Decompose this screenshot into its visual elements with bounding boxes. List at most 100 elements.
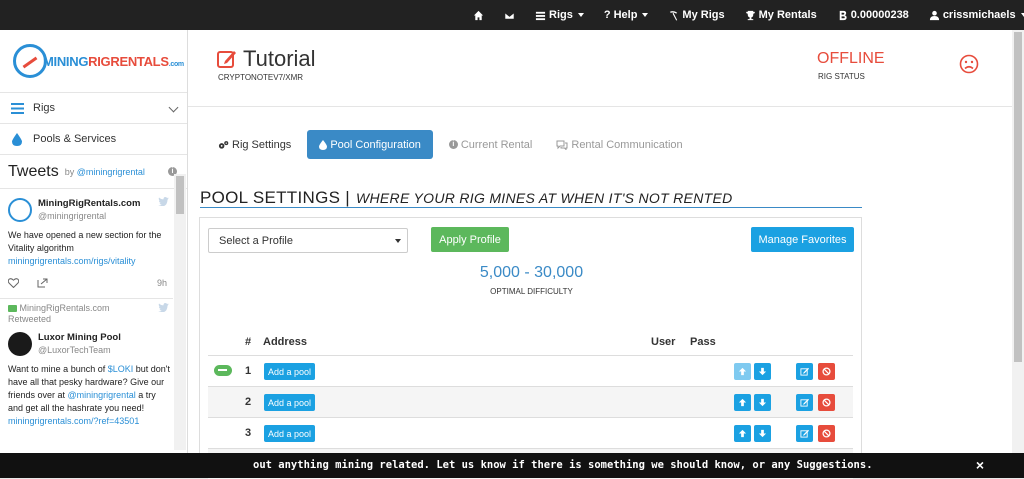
ban-icon (822, 398, 831, 407)
tweet-author-name[interactable]: MiningRigRentals.com (38, 197, 140, 210)
tweets-handle-link[interactable]: @miningrigrental (77, 167, 145, 177)
manage-favorites-button[interactable]: Manage Favorites (751, 227, 854, 252)
tweets-by-text: by (64, 166, 75, 177)
top-navbar: Rigs ? Help My Rigs My Rentals 0.0000023… (0, 0, 1024, 30)
nav-user-dropdown[interactable]: crissmichaels (919, 0, 1024, 30)
tweet-text: Want to mine a bunch of $LOKI but don't … (8, 363, 173, 428)
sidebar-item-pools[interactable]: Pools & Services (0, 124, 187, 155)
trophy-icon (745, 10, 755, 20)
move-down-button[interactable] (754, 425, 771, 442)
pool-row: 3 Add a pool (208, 417, 853, 448)
heart-icon[interactable] (8, 278, 19, 288)
tweet-link[interactable]: miningrigrentals.com/?ref=43501 (8, 416, 139, 426)
username: crissmichaels (942, 9, 1016, 21)
rig-status: OFFLINE (817, 50, 885, 67)
active-toggle-icon[interactable] (214, 365, 232, 376)
ticker-text: out anything mining related. Let us know… (253, 459, 873, 471)
pool-row: 1 Add a pool (208, 355, 853, 386)
top-nav-menu: Rigs ? Help My Rigs My Rentals 0.0000023… (463, 0, 1024, 30)
pool-priority: 3 (245, 427, 252, 439)
move-up-button[interactable] (734, 425, 751, 442)
logo-suffix: .com (168, 60, 184, 68)
edit-pool-button[interactable] (796, 363, 813, 380)
tweet-author-name[interactable]: Luxor Mining Pool (38, 331, 121, 344)
pool-settings-subtitle: WHERE YOUR RIG MINES AT WHEN IT'S NOT RE… (355, 190, 733, 206)
arrow-up-icon (738, 429, 747, 438)
sidebar-item-label: Pools & Services (33, 133, 117, 145)
tab-rental-communication[interactable]: Rental Communication (544, 130, 694, 159)
cogs-icon (218, 140, 229, 149)
pool-settings-heading: POOL SETTINGS | WHERE YOUR RIG MINES AT W… (200, 188, 862, 208)
arrow-down-icon (758, 429, 767, 438)
apply-profile-button[interactable]: Apply Profile (431, 227, 509, 252)
add-pool-button[interactable]: Add a pool (264, 425, 316, 442)
nav-balance[interactable]: 0.00000238 (827, 0, 919, 30)
optimal-difficulty-label: OPTIMAL DIFFICULTY (490, 287, 573, 296)
bitcoin-icon (839, 10, 847, 20)
nav-messages[interactable] (494, 0, 525, 30)
delete-pool-button[interactable] (818, 425, 835, 442)
rig-name: Tutorial (243, 46, 316, 71)
tweets-scrollbar[interactable] (174, 174, 186, 450)
edit-pool-button[interactable] (796, 394, 813, 411)
nav-my-rentals[interactable]: My Rentals (735, 0, 827, 30)
edit-pool-button[interactable] (796, 425, 813, 442)
nav-help-dropdown[interactable]: ? Help (594, 0, 659, 30)
tweet-1: MiningRigRentals.com @miningrigrental We… (0, 189, 187, 290)
mention-link[interactable]: @miningrigrental (68, 390, 136, 400)
delete-pool-button[interactable] (818, 394, 835, 411)
avatar[interactable] (8, 332, 32, 356)
page-scrollbar[interactable] (1012, 30, 1024, 453)
tab-label: Rental Communication (571, 138, 683, 151)
delete-pool-button[interactable] (818, 363, 835, 380)
nav-home[interactable] (463, 0, 494, 30)
tweet-actions: 9h (8, 276, 173, 290)
tweet-author-handle[interactable]: @LuxorTechTeam (38, 344, 121, 357)
logo-part-1: MINING (43, 53, 89, 69)
move-up-button[interactable] (734, 363, 751, 380)
tweet-link[interactable]: miningrigrentals.com/rigs/vitality (8, 256, 136, 266)
column-header-user: User (651, 336, 676, 348)
info-icon: i (448, 140, 458, 149)
retweet-info: MiningRigRentals.com Retweeted (8, 303, 173, 325)
rig-algorithm: CRYPTONOTEV7/XMR (218, 73, 304, 82)
droplet-icon (10, 132, 24, 146)
column-header-num: # (245, 336, 252, 348)
caret-down-icon (395, 239, 401, 243)
cashtag-link[interactable]: $LOKI (108, 364, 134, 374)
pool-settings-title: POOL SETTINGS | (200, 188, 350, 207)
tab-current-rental[interactable]: i Current Rental (437, 130, 545, 159)
move-down-button[interactable] (754, 363, 771, 380)
close-icon[interactable]: × (976, 457, 984, 473)
twitter-bird-icon (158, 197, 169, 206)
add-pool-button[interactable]: Add a pool (264, 394, 316, 411)
scrollbar-thumb[interactable] (176, 176, 184, 214)
home-icon (473, 10, 484, 20)
tweet-time[interactable]: 9h (157, 277, 167, 290)
add-pool-button[interactable]: Add a pool (264, 363, 316, 380)
edit-icon[interactable] (217, 49, 237, 69)
scrollbar-thumb[interactable] (1014, 32, 1022, 362)
column-header-pass: Pass (690, 336, 716, 348)
tab-rig-settings[interactable]: Rig Settings (206, 130, 303, 159)
site-logo[interactable]: MININGRIGRENTALS.com (0, 30, 187, 93)
ban-icon (822, 367, 831, 376)
caret-down-icon (642, 13, 649, 17)
tweet-author-handle[interactable]: @miningrigrental (38, 210, 140, 223)
btc-balance: 0.00000238 (850, 9, 909, 21)
tweets-by: by @miningrigrental (65, 167, 145, 177)
nav-my-rigs[interactable]: My Rigs (658, 0, 734, 30)
comments-icon (556, 140, 568, 150)
share-icon[interactable] (37, 278, 48, 288)
tab-pool-configuration[interactable]: Pool Configuration (307, 130, 433, 159)
tweet-body: We have opened a new section for the Vit… (8, 230, 162, 253)
tab-label: Pool Configuration (330, 138, 421, 151)
move-up-button[interactable] (734, 394, 751, 411)
menu-icon (10, 101, 24, 115)
move-down-button[interactable] (754, 394, 771, 411)
avatar[interactable] (8, 198, 32, 222)
retweeted-by[interactable]: MiningRigRentals.com (20, 303, 110, 313)
nav-rigs-dropdown[interactable]: Rigs (525, 0, 594, 30)
sidebar-item-rigs[interactable]: Rigs (0, 93, 187, 124)
profile-select[interactable]: Select a Profile (208, 228, 408, 253)
